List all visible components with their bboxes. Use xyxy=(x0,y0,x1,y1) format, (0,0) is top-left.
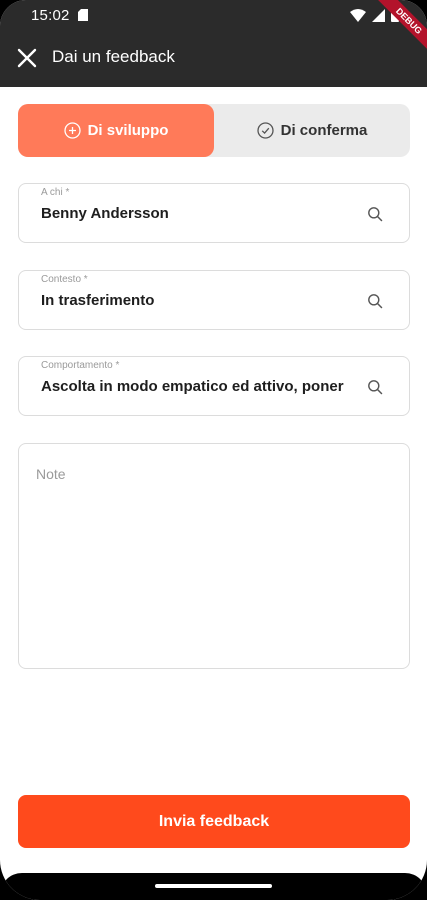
tab-di-sviluppo[interactable]: Di sviluppo xyxy=(18,104,214,157)
feedback-type-toggle: Di sviluppo Di conferma xyxy=(18,104,410,157)
submit-feedback-label: Invia feedback xyxy=(158,812,270,830)
search-icon[interactable] xyxy=(367,206,383,222)
behaviour-value: Ascolta in modo empatico ed attivo, pone… xyxy=(41,378,344,395)
wifi-icon xyxy=(350,8,366,22)
note-textarea[interactable]: Note xyxy=(18,443,410,669)
close-button[interactable] xyxy=(14,45,40,71)
recipient-field[interactable]: A chi * Benny Andersson xyxy=(18,183,410,243)
note-placeholder: Note xyxy=(36,466,66,482)
check-circle-icon xyxy=(256,122,274,139)
status-time: 15:02 xyxy=(31,7,70,24)
submit-feedback-button[interactable]: Invia feedback xyxy=(18,795,410,848)
signal-icon xyxy=(372,8,385,22)
app-screen: 15:02 Dai un feedback DEBUG Di sviluppo … xyxy=(0,0,427,900)
recipient-label: A chi * xyxy=(41,187,70,198)
context-field[interactable]: Contesto * In trasferimento xyxy=(18,270,410,330)
status-bar: 15:02 xyxy=(0,0,427,30)
navigation-bar xyxy=(0,873,427,900)
tab-di-conferma[interactable]: Di conferma xyxy=(214,104,410,157)
context-label: Contesto * xyxy=(41,274,88,285)
context-value: In trasferimento xyxy=(41,292,155,309)
tab-di-conferma-label: Di conferma xyxy=(280,122,368,139)
behaviour-field[interactable]: Comportamento * Ascolta in modo empatico… xyxy=(18,356,410,416)
close-icon xyxy=(17,48,37,68)
search-icon[interactable] xyxy=(367,379,383,395)
plus-circle-icon xyxy=(63,122,81,139)
recipient-value: Benny Andersson xyxy=(41,205,169,222)
behaviour-label: Comportamento * xyxy=(41,360,120,371)
page-title: Dai un feedback xyxy=(52,47,175,66)
search-icon[interactable] xyxy=(367,293,383,309)
gesture-handle[interactable] xyxy=(155,884,272,888)
tab-di-sviluppo-label: Di sviluppo xyxy=(87,122,169,139)
app-bar: Dai un feedback xyxy=(0,30,427,87)
sd-card-icon xyxy=(78,9,88,21)
